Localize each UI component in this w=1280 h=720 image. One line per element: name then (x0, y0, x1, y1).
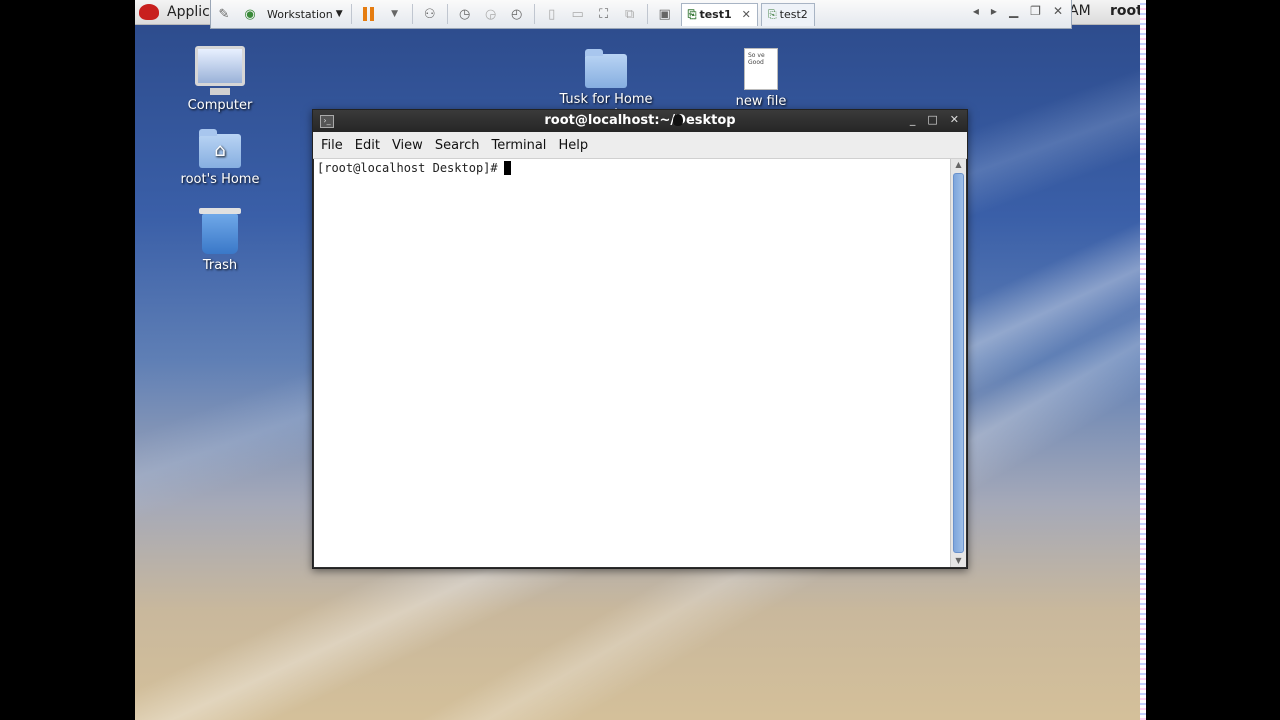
pause-button[interactable] (358, 4, 380, 24)
tab-scroll-right-icon[interactable]: ▸ (991, 4, 997, 18)
terminal-menubar: File Edit View Search Terminal Help (313, 132, 967, 159)
workstation-menu-label: Workstation (267, 7, 333, 21)
workstation-menu[interactable]: Workstation ▼ (263, 8, 347, 21)
redhat-logo-icon (139, 4, 159, 20)
applications-menu-label: Applic (167, 4, 210, 20)
chevron-down-icon: ▼ (335, 9, 343, 19)
desktop-icon-label: new file (735, 94, 787, 109)
network-icon[interactable]: ⚇ (419, 4, 441, 24)
snapshot-manager-icon[interactable]: ◴ (506, 4, 528, 24)
desktop-icon-label: Trash (202, 258, 238, 273)
tab-scroll-left-icon[interactable]: ◂ (973, 4, 979, 18)
close-icon[interactable]: ✕ (1053, 4, 1063, 18)
terminal-scrollbar[interactable]: ▲ ▼ (950, 159, 966, 567)
vm-tab-label: test1 (699, 8, 732, 21)
toolbar-divider (446, 4, 448, 24)
menu-terminal[interactable]: Terminal (485, 138, 552, 153)
screen-edge-artifact (1140, 0, 1146, 720)
text-cursor (503, 161, 511, 175)
terminal-output[interactable]: [root@localhost Desktop]# (314, 159, 951, 567)
desktop: Applic AM root ✎ ◉ Workstation ▼ ▼ ⚇ ◷ ◶… (135, 0, 1140, 720)
menu-edit[interactable]: Edit (349, 138, 386, 153)
terminal-titlebar[interactable]: ›_ root@localhost:~/Desktop _ □ ✕ (313, 110, 967, 132)
window-controls: ◂ ▸ ▁ ❐ ✕ (973, 4, 1063, 18)
vm-logo-icon[interactable]: ◉ (239, 4, 261, 24)
desktop-icon-trash[interactable]: Trash (165, 208, 275, 273)
toolbar-divider (411, 4, 413, 24)
mouse-pointer-icon (673, 114, 683, 126)
desktop-icon-home[interactable]: ⌂ root's Home (165, 129, 275, 187)
toolbar-divider (533, 4, 535, 24)
window-title: root@localhost:~/Desktop (544, 113, 736, 128)
revert-snapshot-icon[interactable]: ◶ (480, 4, 502, 24)
folder-icon (585, 49, 627, 88)
minimize-icon[interactable]: ▁ (1009, 4, 1018, 18)
fullscreen-icon[interactable]: ⛶ (593, 4, 615, 24)
toolbar-divider (350, 4, 352, 24)
clock[interactable]: AM (1069, 3, 1091, 19)
desktop-icon-new-file[interactable]: So ve Good new file (706, 48, 816, 109)
thumbnail-view-icon[interactable]: ▭ (567, 4, 589, 24)
menu-help[interactable]: Help (552, 138, 594, 153)
vm-icon: ⎘ (687, 7, 697, 21)
applications-menu[interactable]: Applic (139, 2, 210, 22)
home-folder-icon: ⌂ (199, 129, 241, 168)
vm-toolbar: ✎ ◉ Workstation ▼ ▼ ⚇ ◷ ◶ ◴ ▯ ▭ ⛶ ⧉ ▣ ⎘ … (210, 0, 1072, 29)
vm-tab-test1[interactable]: ⎘ test1 ✕ (680, 2, 758, 26)
computer-icon (195, 46, 245, 95)
menu-file[interactable]: File (315, 138, 349, 153)
window-controls: _ □ ✕ (910, 113, 959, 126)
terminal-window[interactable]: ›_ root@localhost:~/Desktop _ □ ✕ File E… (312, 109, 968, 569)
desktop-icon-label: root's Home (180, 172, 260, 187)
desktop-icon-computer[interactable]: Computer (165, 46, 275, 113)
pause-icon (362, 7, 376, 21)
maximize-icon[interactable]: □ (927, 113, 937, 126)
text-file-icon: So ve Good (744, 48, 778, 90)
vm-tab-test2[interactable]: ⎘ test2 (760, 2, 815, 26)
sidebar-view-icon[interactable]: ▯ (541, 4, 563, 24)
vm-icon: ⎘ (767, 7, 777, 21)
snapshot-icon[interactable]: ◷ (454, 4, 476, 24)
shell-prompt: [root@localhost Desktop]# (317, 161, 498, 175)
file-preview-text: So ve Good (748, 52, 765, 66)
scroll-down-icon[interactable]: ▼ (951, 555, 966, 567)
trash-icon (199, 208, 241, 254)
desktop-icon-label: Computer (187, 98, 253, 113)
home-tab-icon[interactable]: ▣ (654, 4, 676, 24)
menu-search[interactable]: Search (429, 138, 486, 153)
toolbar-divider (646, 4, 648, 24)
close-icon[interactable]: ✕ (742, 8, 751, 21)
close-icon[interactable]: ✕ (950, 113, 959, 126)
menu-view[interactable]: View (386, 138, 429, 153)
vm-tab-label: test2 (779, 8, 808, 21)
scrollbar-thumb[interactable] (953, 173, 964, 553)
power-dropdown-button[interactable]: ▼ (384, 4, 406, 24)
restore-icon[interactable]: ❐ (1030, 4, 1041, 18)
scroll-up-icon[interactable]: ▲ (951, 159, 966, 171)
minimize-icon[interactable]: _ (910, 113, 916, 126)
unity-icon[interactable]: ⧉ (619, 4, 641, 24)
user-menu[interactable]: root (1110, 3, 1140, 19)
terminal-line: [root@localhost Desktop]# (314, 159, 951, 177)
pin-icon[interactable]: ✎ (213, 4, 235, 24)
